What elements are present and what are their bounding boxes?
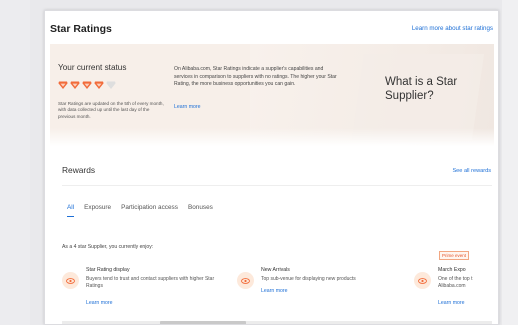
card-header: Star Ratings Learn more about star ratin… [45,11,498,41]
rewards-tabs: All Exposure Participation access Bonuse… [67,204,223,218]
tab-bonuses[interactable]: Bonuses [188,204,213,211]
page-background-right [502,0,518,325]
benefit-title: New Arrivals [261,267,290,273]
learn-more-star-ratings-link[interactable]: Learn more about star ratings [412,25,493,32]
star-icon-filled [58,81,68,89]
tab-all[interactable]: All [67,204,75,218]
current-status-title: Your current status [58,63,127,72]
description-learn-more-link[interactable]: Learn more [174,104,201,110]
banner-fade [50,128,494,146]
star-icon-filled [70,81,80,89]
page-title: Star Ratings [50,23,112,35]
star-icon-empty [106,81,116,89]
star-rating [58,80,116,90]
benefit-learn-more-link[interactable]: Learn more [438,300,465,306]
page-background-left [0,0,30,325]
eye-icon [237,272,254,289]
scrollbar-thumb[interactable] [160,321,246,324]
status-update-note: Star Ratings are updated on the 5th of e… [58,101,164,119]
benefit-learn-more-link[interactable]: Learn more [86,300,113,306]
benefit-description: Top sub-venue for displaying new product… [261,276,356,282]
star-icon-filled [82,81,92,89]
benefit-description: One of the top t Alibaba.com [438,276,473,290]
tab-participation-access[interactable]: Participation access [121,204,178,211]
benefit-title: March Expo [438,267,466,273]
section-divider [62,185,492,186]
eye-icon [414,272,431,289]
current-benefits-intro: As a 4 star Supplier, you currently enjo… [62,244,154,250]
benefit-description: Buyers tend to trust and contact supplie… [86,276,215,290]
benefit-learn-more-link[interactable]: Learn more [261,288,288,294]
rewards-title: Rewards [62,165,96,175]
tab-exposure[interactable]: Exposure [84,204,111,211]
prime-event-badge: Prime event [439,251,470,260]
star-icon-filled [94,81,104,89]
status-banner: Your current status Star Ratings are upd… [50,44,494,146]
star-ratings-card: Star Ratings Learn more about star ratin… [44,10,499,325]
star-ratings-description: On Alibaba.com, Star Ratings indicate a … [174,66,337,88]
what-is-star-supplier-heading[interactable]: What is a Star Supplier? [385,76,485,103]
horizontal-scrollbar[interactable] [62,321,492,324]
eye-icon [62,272,79,289]
benefit-title: Star Rating display [86,267,130,273]
see-all-rewards-link[interactable]: See all rewards [452,168,491,174]
